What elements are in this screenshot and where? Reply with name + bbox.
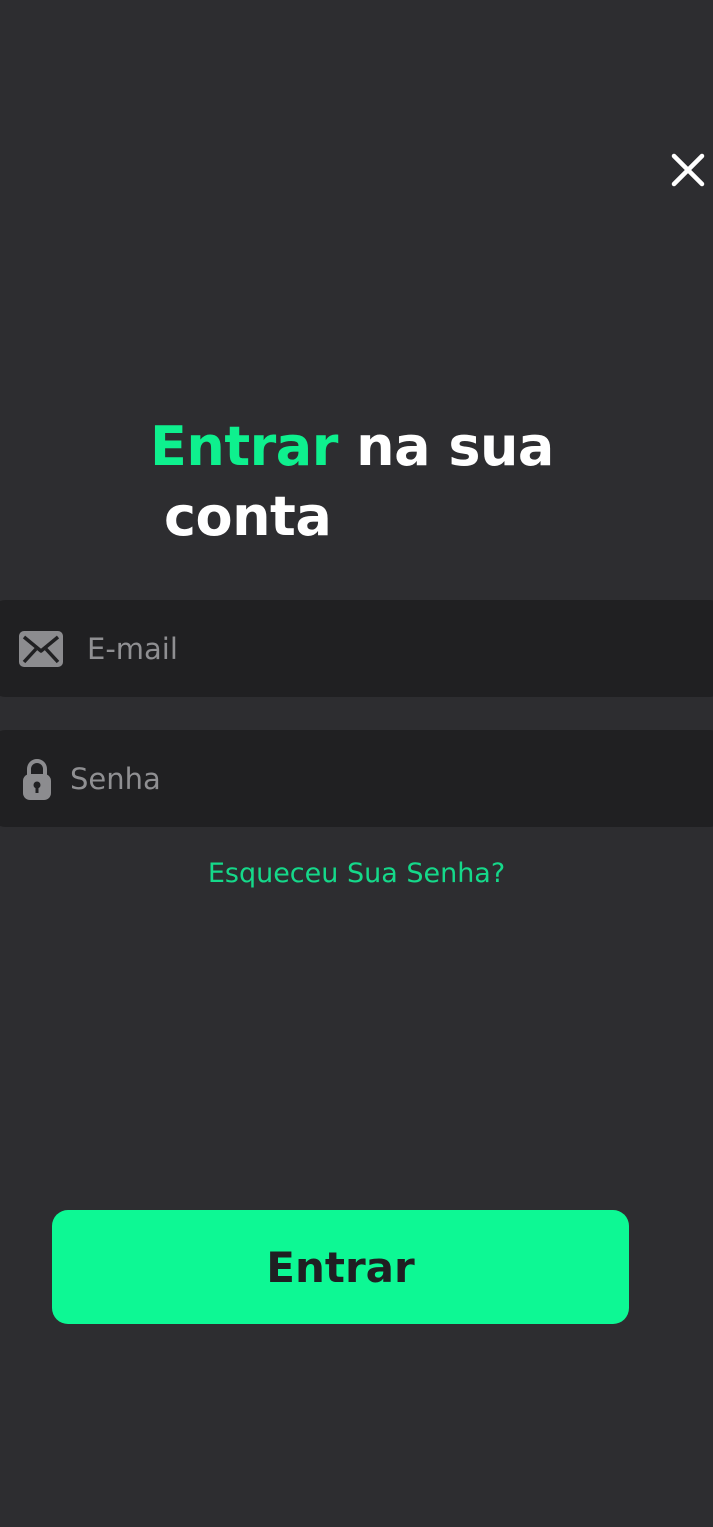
title-line1-rest: na sua bbox=[337, 415, 554, 478]
lock-icon bbox=[22, 757, 52, 801]
email-input[interactable] bbox=[87, 618, 647, 679]
page-title: Entrar na sua conta bbox=[150, 412, 610, 552]
password-input[interactable] bbox=[70, 748, 630, 809]
login-button[interactable]: Entrar bbox=[52, 1210, 629, 1324]
title-accent-word: Entrar bbox=[150, 415, 338, 478]
password-field-container bbox=[0, 730, 713, 827]
email-field-container bbox=[0, 600, 713, 697]
close-icon bbox=[671, 153, 705, 187]
title-line2: conta bbox=[164, 485, 332, 548]
forgot-password-link[interactable]: Esqueceu Sua Senha? bbox=[0, 858, 713, 889]
close-button[interactable] bbox=[668, 150, 708, 190]
envelope-icon bbox=[19, 630, 63, 667]
